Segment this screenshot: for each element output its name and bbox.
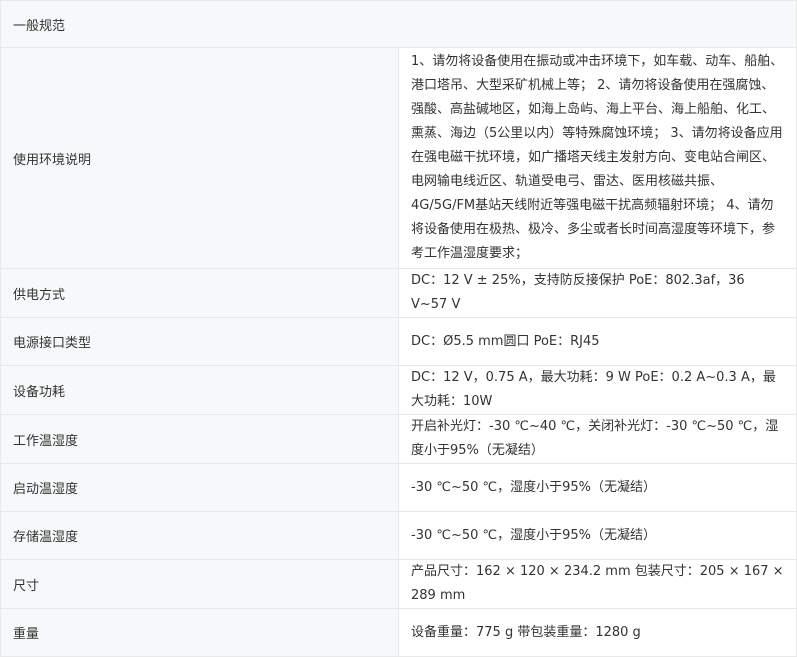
spec-row-weight: 重量 设备重量：775 g 带包装重量：1280 g bbox=[0, 608, 797, 657]
spec-label: 电源接口类型 bbox=[0, 317, 399, 366]
spec-label: 工作温湿度 bbox=[0, 414, 399, 464]
spec-label: 设备功耗 bbox=[0, 365, 399, 415]
spec-label: 重量 bbox=[0, 608, 399, 657]
section-title: 一般规范 bbox=[0, 0, 797, 48]
spec-value: DC：Ø5.5 mm圆口 PoE：RJ45 bbox=[398, 317, 797, 366]
spec-value: -30 ℃~50 ℃，湿度小于95%（无凝结） bbox=[398, 511, 797, 560]
spec-label: 使用环境说明 bbox=[0, 47, 399, 269]
spec-row-power-supply: 供电方式 DC：12 V ± 25%，支持防反接保护 PoE：802.3af，3… bbox=[0, 268, 797, 318]
section-header-row: 一般规范 bbox=[0, 0, 797, 48]
spec-label: 供电方式 bbox=[0, 268, 399, 318]
spec-row-startup-temp: 启动温湿度 -30 ℃~50 ℃，湿度小于95%（无凝结） bbox=[0, 463, 797, 512]
spec-value: 产品尺寸：162 × 120 × 234.2 mm 包装尺寸：205 × 167… bbox=[398, 559, 797, 609]
spec-row-operating-temp: 工作温湿度 开启补光灯：-30 ℃~40 ℃，关闭补光灯：-30 ℃~50 ℃，… bbox=[0, 414, 797, 464]
spec-label: 存储温湿度 bbox=[0, 511, 399, 560]
spec-row-dimensions: 尺寸 产品尺寸：162 × 120 × 234.2 mm 包装尺寸：205 × … bbox=[0, 559, 797, 609]
spec-row-power-consumption: 设备功耗 DC：12 V，0.75 A，最大功耗：9 W PoE：0.2 A~0… bbox=[0, 365, 797, 415]
spec-label: 尺寸 bbox=[0, 559, 399, 609]
general-spec-table: 一般规范 使用环境说明 1、请勿将设备使用在振动或冲击环境下，如车载、动车、船舶… bbox=[0, 0, 797, 657]
spec-row-storage-temp: 存储温湿度 -30 ℃~50 ℃，湿度小于95%（无凝结） bbox=[0, 511, 797, 560]
spec-value: 开启补光灯：-30 ℃~40 ℃，关闭补光灯：-30 ℃~50 ℃，湿度小于95… bbox=[398, 414, 797, 464]
spec-value: 1、请勿将设备使用在振动或冲击环境下，如车载、动车、船舶、港口塔吊、大型采矿机械… bbox=[398, 47, 797, 269]
spec-value: DC：12 V，0.75 A，最大功耗：9 W PoE：0.2 A~0.3 A，… bbox=[398, 365, 797, 415]
spec-value: -30 ℃~50 ℃，湿度小于95%（无凝结） bbox=[398, 463, 797, 512]
spec-label: 启动温湿度 bbox=[0, 463, 399, 512]
spec-value: 设备重量：775 g 带包装重量：1280 g bbox=[398, 608, 797, 657]
spec-row-environment: 使用环境说明 1、请勿将设备使用在振动或冲击环境下，如车载、动车、船舶、港口塔吊… bbox=[0, 47, 797, 269]
spec-value: DC：12 V ± 25%，支持防反接保护 PoE：802.3af，36 V~5… bbox=[398, 268, 797, 318]
spec-row-power-interface: 电源接口类型 DC：Ø5.5 mm圆口 PoE：RJ45 bbox=[0, 317, 797, 366]
